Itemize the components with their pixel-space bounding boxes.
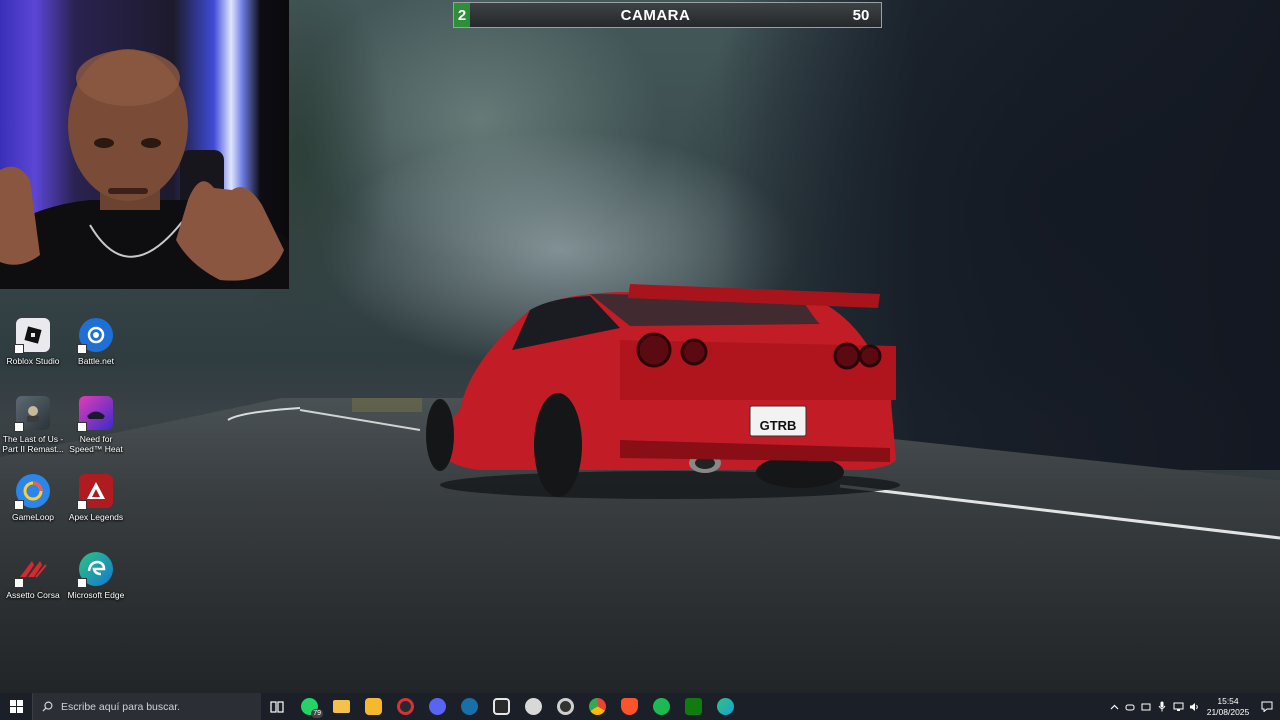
desktop-icon-label: The Last of Us - Part II Remast... <box>2 434 64 454</box>
system-tray: 15:54 21/08/2025 <box>1106 693 1280 720</box>
taskbar-app-obs[interactable] <box>549 693 581 720</box>
taskbar-app-spotify[interactable] <box>645 693 677 720</box>
brave-icon <box>620 698 638 715</box>
taskbar-app-epic-games[interactable] <box>485 693 517 720</box>
taskbar: Escribe aquí para buscar. 79 15:54 21/08… <box>0 693 1280 720</box>
taskbar-app-davinci-resolve[interactable] <box>517 693 549 720</box>
search-icon <box>42 701 53 712</box>
taskbar-app-chrome[interactable] <box>581 693 613 720</box>
desktop-icon-label: GameLoop <box>11 512 55 522</box>
discord-icon <box>428 698 446 715</box>
gameloop-icon <box>14 474 50 510</box>
taskbar-app-steam[interactable] <box>453 693 485 720</box>
edge-icon <box>716 698 734 715</box>
desktop-icon-roblox-studio[interactable]: Roblox Studio <box>0 318 66 366</box>
start-button[interactable] <box>0 693 32 720</box>
microsoft-edge-icon <box>77 552 113 588</box>
taskbar-app-whatsapp[interactable]: 79 <box>293 693 325 720</box>
search-placeholder: Escribe aquí para buscar. <box>61 700 181 713</box>
taskbar-app-brave[interactable] <box>613 693 645 720</box>
license-plate-text: GTRB <box>760 418 797 433</box>
desktop-icon-label: Battle.net <box>78 356 114 366</box>
taskbar-search-box[interactable]: Escribe aquí para buscar. <box>32 693 261 720</box>
taskbar-app-edge[interactable] <box>709 693 741 720</box>
taskbar-app-xbox[interactable] <box>677 693 709 720</box>
desktop-icon-label: Microsoft Edge <box>67 590 125 600</box>
desktop-icon-label: Apex Legends <box>68 512 124 522</box>
desktop-icon-assetto-corsa[interactable]: Assetto Corsa <box>0 552 66 600</box>
desktop-icon-battlenet[interactable]: Battle.net <box>63 318 129 366</box>
taskbar-app-discord[interactable] <box>421 693 453 720</box>
notification-icon <box>1261 701 1273 712</box>
webcam-overlay <box>0 0 289 289</box>
roblox-studio-icon <box>14 318 50 354</box>
task-view-icon <box>270 700 284 713</box>
desktop-icon-microsoft-edge[interactable]: Microsoft Edge <box>63 552 129 600</box>
scoreboard-overlay: 2 CAMARA 50 <box>453 2 882 28</box>
desktop-icon-label: Assetto Corsa <box>6 590 60 600</box>
desktop-icon-label: Need for Speed™ Heat <box>69 434 123 454</box>
volume-icon[interactable] <box>1186 693 1202 720</box>
spotify-icon <box>652 698 670 715</box>
task-view-button[interactable] <box>261 693 293 720</box>
gamepad-icon[interactable] <box>1122 693 1138 720</box>
taskbar-app-recorder[interactable] <box>389 693 421 720</box>
taskbar-app-file-explorer[interactable] <box>325 693 357 720</box>
the-last-of-us-icon <box>14 396 50 432</box>
chrome-icon <box>588 698 606 715</box>
apex-legends-icon <box>77 474 113 510</box>
chevron-up-icon[interactable] <box>1106 693 1122 720</box>
assetto-corsa-icon <box>14 552 50 588</box>
notification-center-button[interactable] <box>1254 693 1280 720</box>
davinci-resolve-icon <box>524 698 542 715</box>
desktop-icon-label: Roblox Studio <box>6 356 60 366</box>
obs-icon <box>556 698 574 715</box>
score-right: 50 <box>852 6 870 24</box>
need-for-speed-heat-icon <box>77 396 113 432</box>
taskbar-app-microsoft-store[interactable] <box>357 693 389 720</box>
microsoft-store-icon <box>364 698 382 715</box>
windows-logo-icon <box>9 700 23 713</box>
network-icon[interactable] <box>1170 693 1186 720</box>
microphone-icon[interactable] <box>1154 693 1170 720</box>
epic-games-icon <box>492 698 510 715</box>
desktop-icon-gameloop[interactable]: GameLoop <box>0 474 66 522</box>
score-left: 2 <box>454 3 470 27</box>
battlenet-icon <box>77 318 113 354</box>
meet-now-icon[interactable] <box>1138 693 1154 720</box>
taskbar-clock[interactable]: 15:54 21/08/2025 <box>1202 696 1254 718</box>
desktop-icon-need-for-speed-heat[interactable]: Need for Speed™ Heat <box>63 396 129 454</box>
clock-date: 21/08/2025 <box>1206 706 1250 717</box>
file-explorer-icon <box>332 700 350 713</box>
notification-badge: 79 <box>311 709 323 718</box>
desktop-icon-the-last-of-us[interactable]: The Last of Us - Part II Remast... <box>0 396 66 454</box>
score-title: CAMARA <box>620 6 691 24</box>
desktop-icon-apex-legends[interactable]: Apex Legends <box>63 474 129 522</box>
recorder-icon <box>396 698 414 715</box>
streamer-image <box>0 49 289 289</box>
xbox-icon <box>684 698 702 715</box>
red-car: GTRB <box>426 284 900 499</box>
clock-time: 15:54 <box>1217 695 1239 706</box>
steam-icon <box>460 698 478 715</box>
